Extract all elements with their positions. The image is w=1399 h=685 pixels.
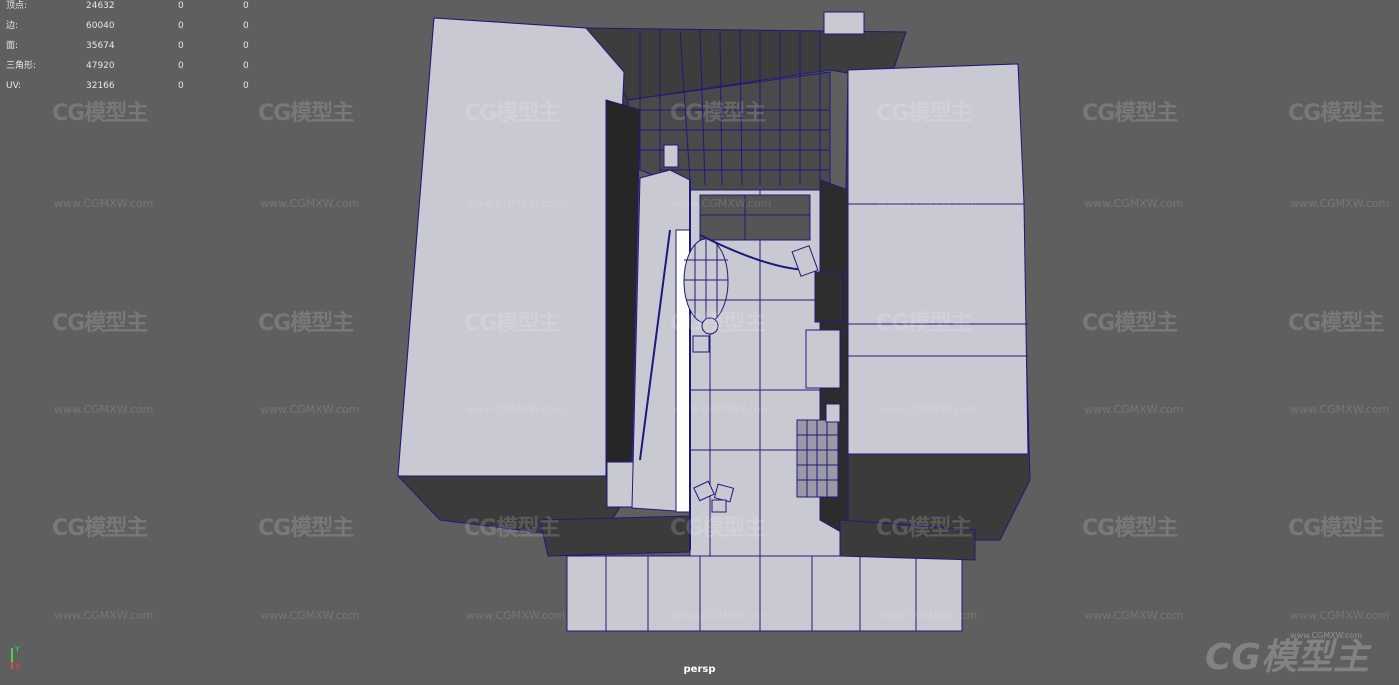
corner-watermark-url: www.CGMXW.com [1290, 631, 1363, 640]
stat-uv: 0 [243, 1, 249, 11]
stat-selected: 0 [178, 21, 184, 31]
hud-row: 面: 35674 0 0 [6, 40, 266, 60]
stat-total: 60040 [86, 21, 115, 31]
stat-uv: 0 [243, 21, 249, 31]
stat-uv: 0 [243, 81, 249, 91]
stat-uv: 0 [243, 41, 249, 51]
stat-selected: 0 [178, 61, 184, 71]
hud-row: 顶点: 24632 0 0 [6, 0, 266, 20]
hud-row: UV: 32166 0 0 [6, 80, 266, 100]
stat-selected: 0 [178, 41, 184, 51]
ground-plane [566, 555, 963, 632]
left-shopfront [631, 144, 691, 550]
stat-total: 47920 [86, 61, 115, 71]
stat-total: 32166 [86, 81, 115, 91]
stat-label: UV: [6, 81, 22, 91]
maya-perspective-viewport[interactable] [0, 0, 1399, 681]
stat-label: 三角形: [6, 61, 37, 71]
camera-name-label: persp [683, 664, 716, 675]
poly-count-hud: 顶点: 24632 0 0 边: 60040 0 0 面: 35674 0 0 三角形: 47920 0 0 U… [6, 0, 266, 100]
stat-uv: 0 [243, 61, 249, 71]
stat-selected: 0 [178, 1, 184, 11]
stat-label: 顶点: [6, 1, 28, 11]
stat-total: 35674 [86, 41, 115, 51]
stat-total: 24632 [86, 1, 115, 11]
hud-row: 边: 60040 0 0 [6, 20, 266, 40]
stat-selected: 0 [178, 81, 184, 91]
y-axis-label: Y [14, 645, 20, 654]
stat-label: 边: [6, 21, 19, 31]
scene-render[interactable] [0, 0, 1399, 681]
stat-label: 面: [6, 41, 19, 51]
hud-row: 三角形: 47920 0 0 [6, 60, 266, 80]
